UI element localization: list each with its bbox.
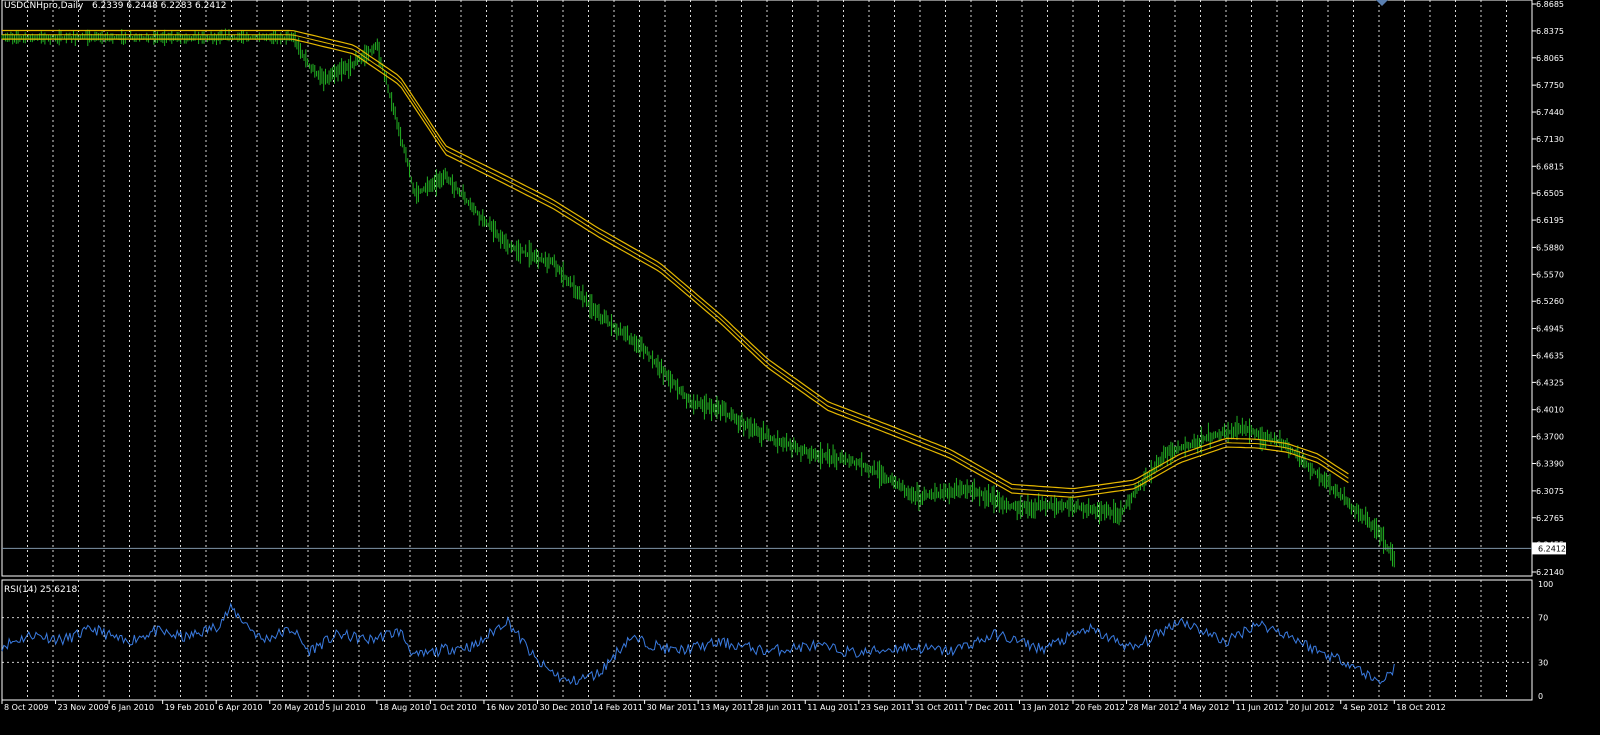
time-tick-label: 20 Feb 2012 — [1075, 703, 1125, 712]
price-tick-label: 6.5260 — [1536, 297, 1564, 306]
price-tick-label: 6.6195 — [1536, 216, 1564, 225]
price-tick-label: 6.4635 — [1536, 351, 1564, 360]
time-tick-label: 23 Nov 2009 — [58, 703, 109, 712]
price-tick-label: 6.4325 — [1536, 378, 1564, 387]
time-tick-label: 19 Feb 2010 — [165, 703, 215, 712]
price-tick-label: 6.7440 — [1536, 108, 1564, 117]
time-tick-label: 14 Feb 2011 — [593, 703, 643, 712]
time-tick-label: 11 Jun 2012 — [1236, 703, 1284, 712]
price-tick-label: 6.7130 — [1536, 135, 1564, 144]
time-tick-label: 7 Dec 2011 — [968, 703, 1014, 712]
moving-average-line — [2, 29, 1349, 490]
time-tick-label: 8 Oct 2009 — [4, 703, 48, 712]
price-tick-label: 6.4945 — [1536, 325, 1564, 334]
time-tick-label: 20 May 2010 — [272, 703, 324, 712]
time-tick-label: 30 Dec 2010 — [540, 703, 591, 712]
price-tick-label: 6.5570 — [1536, 270, 1564, 279]
time-tick-label: 5 Jul 2010 — [325, 703, 365, 712]
time-tick-label: 6 Apr 2010 — [218, 703, 262, 712]
time-tick-label: 11 Aug 2011 — [807, 703, 858, 712]
current-price-label: 6.2412 — [1538, 544, 1566, 553]
time-tick-label: 13 May 2011 — [700, 703, 752, 712]
time-tick-label: 30 Mar 2011 — [647, 703, 698, 712]
price-tick-label: 6.5880 — [1536, 243, 1564, 252]
time-tick-label: 31 Oct 2011 — [914, 703, 963, 712]
rsi-tick-label: 100 — [1538, 580, 1553, 589]
price-tick-label: 6.3700 — [1536, 433, 1564, 442]
price-bars — [1, 28, 1395, 568]
time-tick-label: 16 Nov 2010 — [486, 703, 537, 712]
time-tick-label: 23 Sep 2011 — [861, 703, 912, 712]
grid-lines — [27, 0, 1507, 700]
rsi-tick-label: 70 — [1538, 614, 1548, 623]
price-tick-label: 6.6505 — [1536, 189, 1564, 198]
chart-canvas[interactable]: 6.8685 6.8375 6.8065 6.7750 6.7440 6.7130 6.68… — [0, 0, 1600, 731]
price-tick-label: 6.3390 — [1536, 460, 1564, 469]
rsi-title: RSI(14) 25.6218 — [4, 585, 78, 595]
price-tick-label: 6.7750 — [1536, 81, 1564, 90]
chart-title: USDCNHpro,Daily 6.2339 6.2448 6.2283 6.2… — [4, 1, 227, 11]
time-tick-label: 13 Jan 2012 — [1021, 703, 1069, 712]
ohlc-values: 6.2339 6.2448 6.2283 6.2412 — [91, 1, 227, 11]
price-tick-label: 6.2765 — [1536, 514, 1564, 523]
time-tick-label: 20 Jul 2012 — [1289, 703, 1334, 712]
moving-average-line — [2, 34, 1349, 494]
chart-window[interactable]: 6.8685 6.8375 6.8065 6.7750 6.7440 6.7130 6.68… — [0, 0, 1600, 731]
time-tick-label: 28 Mar 2012 — [1129, 703, 1180, 712]
rsi-axis: 100 70 30 0 — [1538, 580, 1553, 701]
price-tick-label: 6.2140 — [1536, 568, 1564, 577]
price-tick-label: 6.6815 — [1536, 162, 1564, 171]
time-tick-label: 28 Jun 2011 — [754, 703, 802, 712]
time-tick-label: 18 Aug 2010 — [379, 703, 430, 712]
scroll-marker-icon[interactable] — [1376, 0, 1388, 6]
symbol-label: USDCNHpro,Daily — [4, 1, 84, 11]
moving-average-line — [2, 38, 1349, 498]
time-axis: 8 Oct 2009 23 Nov 2009 6 Jan 2010 19 Feb 20… — [1, 700, 1446, 712]
price-axis: 6.8685 6.8375 6.8065 6.7750 6.7440 6.7130 6.68… — [1532, 0, 1566, 577]
rsi-line — [1, 602, 1395, 686]
price-tick-label: 6.8065 — [1536, 54, 1564, 63]
time-tick-label: 4 May 2012 — [1182, 703, 1229, 712]
price-tick-label: 6.8685 — [1536, 0, 1564, 9]
time-tick-label: 1 Oct 2010 — [432, 703, 476, 712]
time-tick-label: 18 Oct 2012 — [1396, 703, 1445, 712]
rsi-tick-label: 0 — [1538, 692, 1543, 701]
moving-average-envelope — [2, 29, 1349, 498]
price-tick-label: 6.3075 — [1536, 487, 1564, 496]
price-tick-label: 6.4010 — [1536, 406, 1564, 415]
time-tick-label: 6 Jan 2010 — [111, 703, 154, 712]
rsi-tick-label: 30 — [1538, 658, 1548, 667]
time-tick-label: 4 Sep 2012 — [1343, 703, 1389, 712]
price-tick-label: 6.8375 — [1536, 27, 1564, 36]
